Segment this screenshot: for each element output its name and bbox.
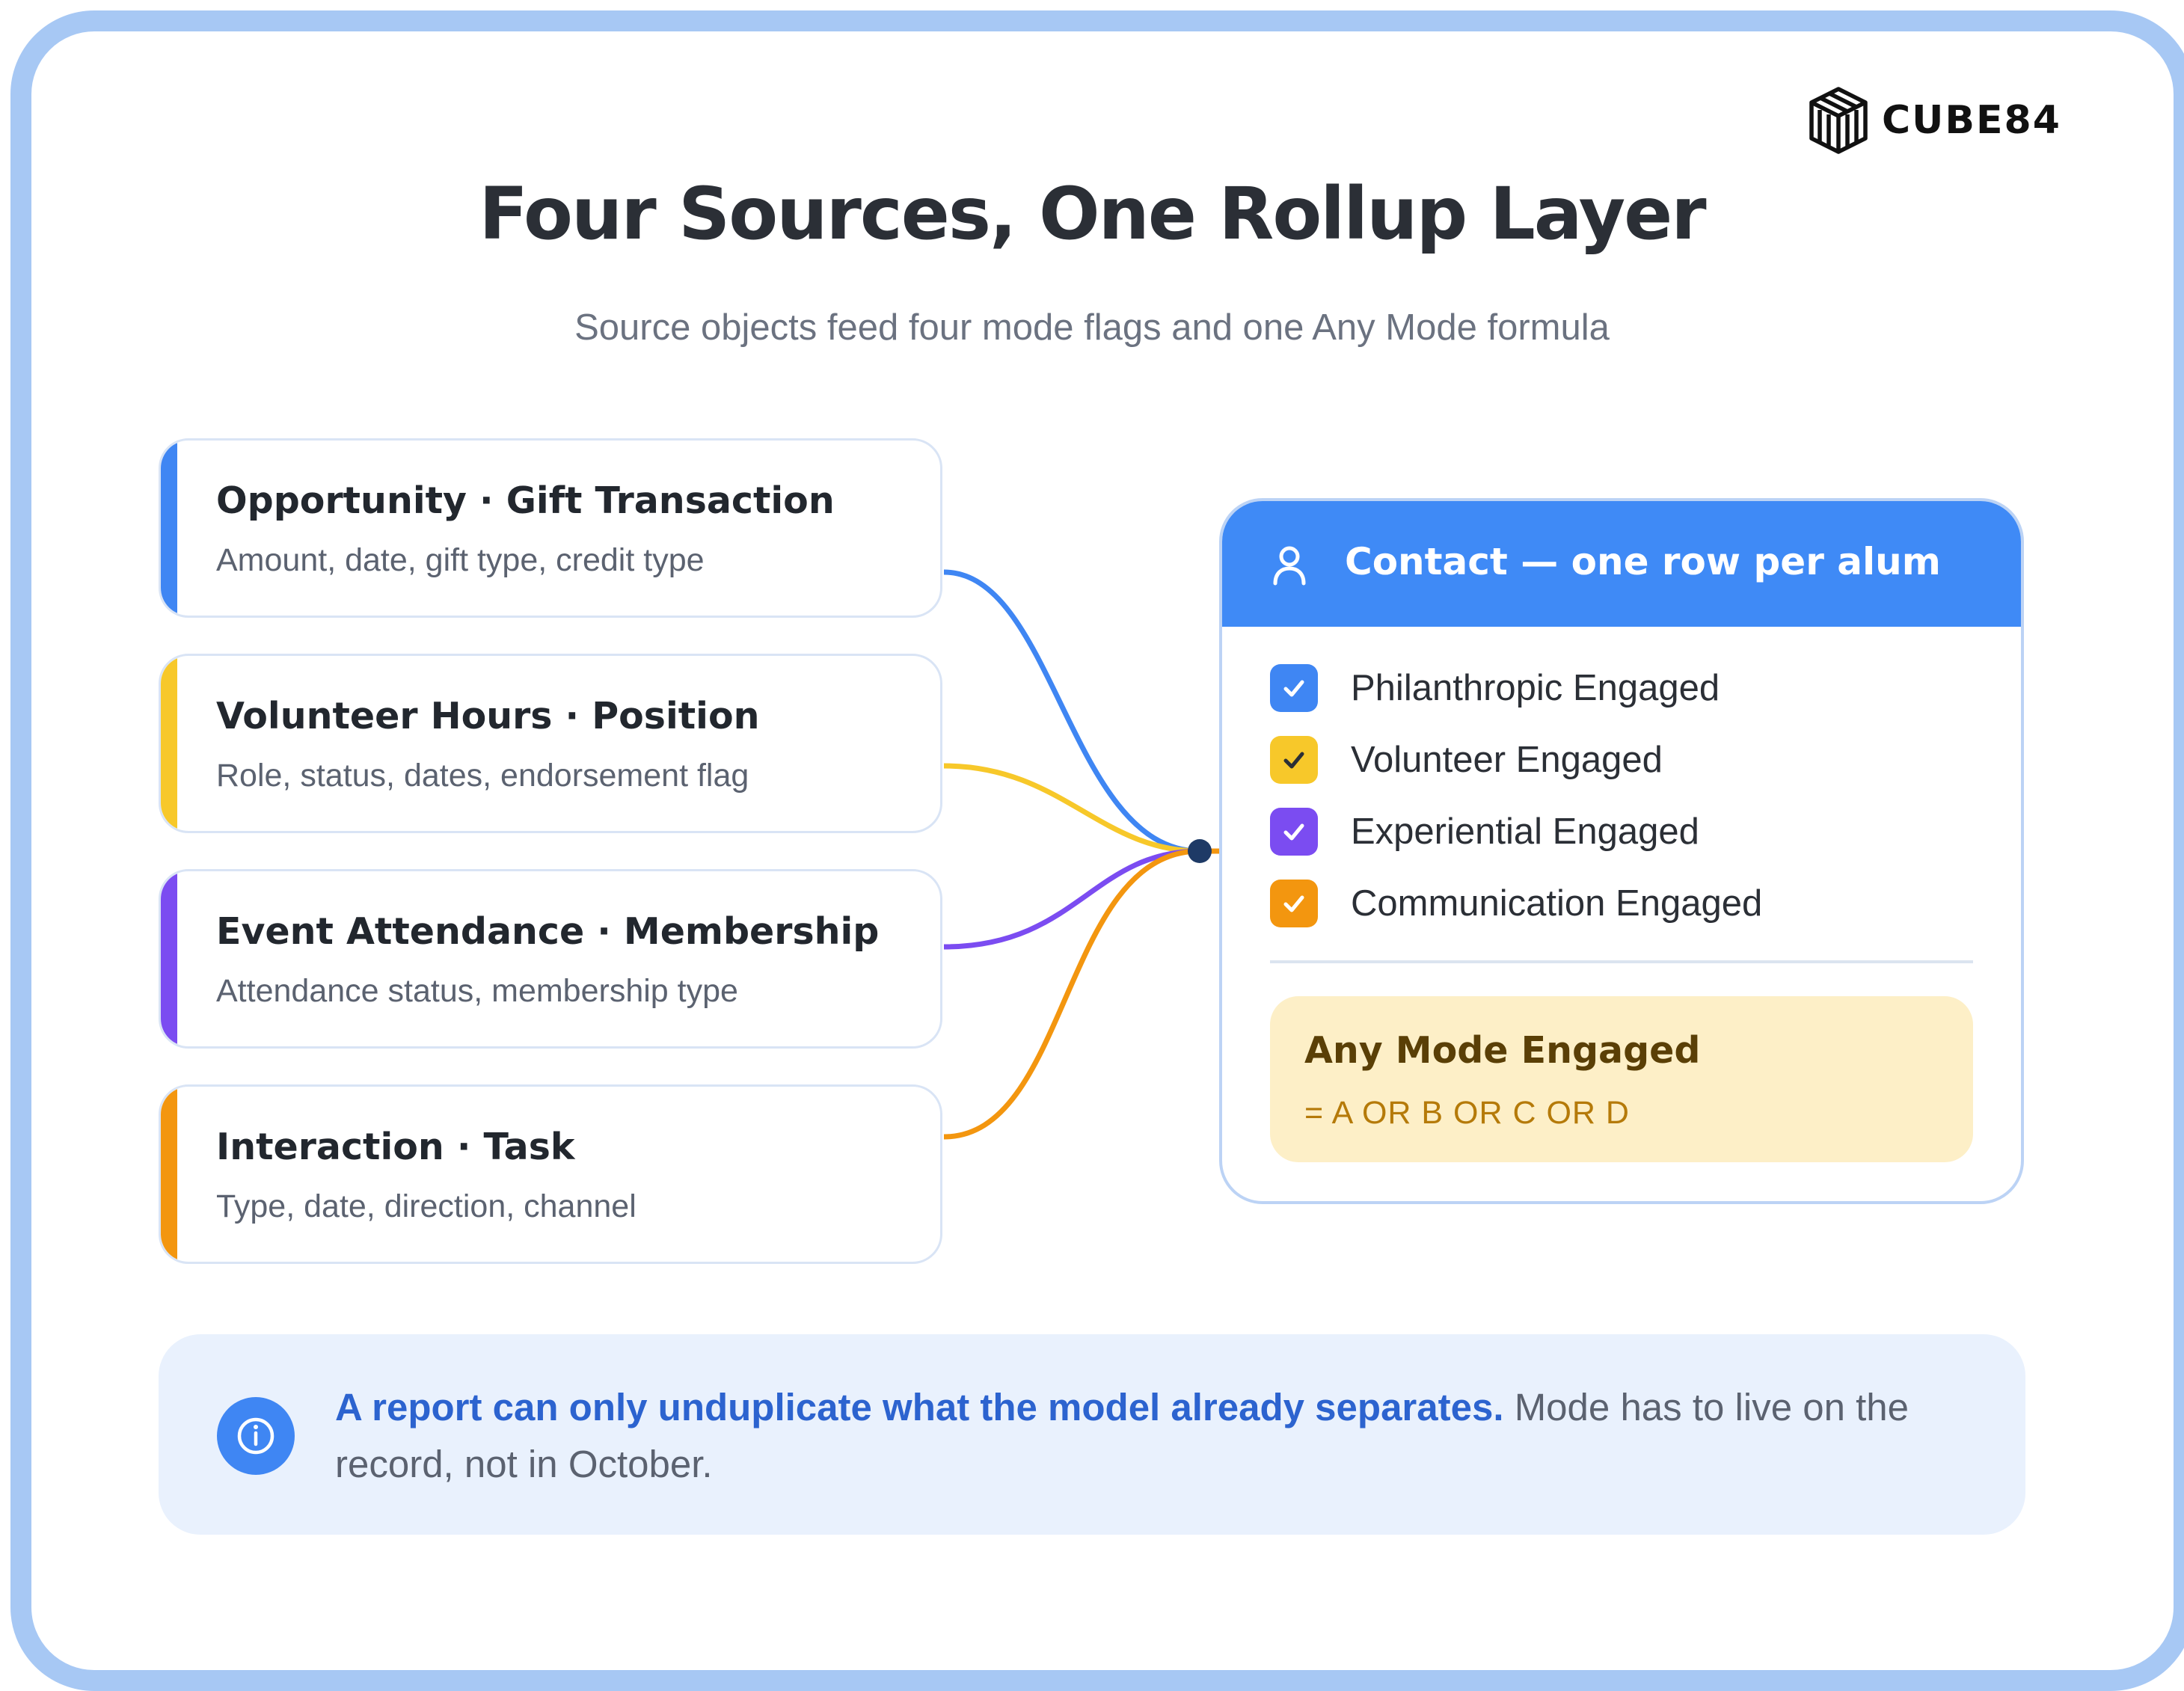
check-icon	[1270, 736, 1318, 784]
callout-note: A report can only unduplicate what the m…	[159, 1334, 2025, 1535]
flag-label: Volunteer Engaged	[1351, 740, 1663, 780]
source-title: Volunteer Hours · Position	[216, 695, 760, 737]
source-accent-bar	[161, 871, 177, 1046]
check-icon	[1270, 808, 1318, 856]
connector-event	[943, 848, 1200, 950]
connector-volunteer	[943, 763, 1200, 854]
source-card-interaction: Interaction · Task Type, date, direction…	[159, 1084, 942, 1264]
contact-header-title: Contact — one row per alum	[1345, 540, 1941, 583]
source-accent-bar	[161, 656, 177, 831]
flag-label: Experiential Engaged	[1351, 811, 1699, 852]
contact-divider	[1270, 960, 1973, 963]
any-mode-formula: = A OR B OR C OR D	[1304, 1095, 1630, 1131]
flag-experiential: Experiential Engaged	[1270, 808, 1699, 856]
source-detail: Role, status, dates, endorsement flag	[216, 758, 749, 794]
check-icon	[1270, 664, 1318, 712]
flag-philanthropic: Philanthropic Engaged	[1270, 664, 1720, 712]
connector-interaction	[943, 848, 1200, 1140]
source-card-opportunity: Opportunity · Gift Transaction Amount, d…	[159, 438, 942, 618]
source-card-event: Event Attendance · Membership Attendance…	[159, 869, 942, 1049]
source-detail: Type, date, direction, channel	[216, 1188, 637, 1224]
flag-volunteer: Volunteer Engaged	[1270, 736, 1663, 784]
source-accent-bar	[161, 441, 177, 616]
hub-node	[1188, 839, 1212, 863]
flag-label: Communication Engaged	[1351, 883, 1763, 924]
any-mode-title: Any Mode Engaged	[1304, 1029, 1701, 1072]
info-icon	[217, 1397, 295, 1475]
user-icon	[1273, 546, 1306, 586]
contact-card: Contact — one row per alum Philanthropic…	[1219, 498, 2024, 1204]
any-mode-box: Any Mode Engaged = A OR B OR C OR D	[1270, 996, 1973, 1162]
source-detail: Amount, date, gift type, credit type	[216, 542, 705, 578]
flag-communication: Communication Engaged	[1270, 880, 1762, 927]
source-accent-bar	[161, 1087, 177, 1262]
source-card-volunteer: Volunteer Hours · Position Role, status,…	[159, 654, 942, 833]
source-title: Opportunity · Gift Transaction	[216, 479, 835, 522]
flag-label: Philanthropic Engaged	[1351, 668, 1720, 708]
source-title: Event Attendance · Membership	[216, 910, 880, 953]
callout-emphasis: A report can only unduplicate what the m…	[335, 1386, 1504, 1428]
contact-header: Contact — one row per alum	[1222, 501, 2021, 627]
connector-opportunity	[943, 569, 1200, 854]
source-title: Interaction · Task	[216, 1126, 575, 1168]
source-detail: Attendance status, membership type	[216, 973, 738, 1009]
check-icon	[1270, 880, 1318, 927]
callout-text: A report can only unduplicate what the m…	[335, 1379, 1966, 1493]
